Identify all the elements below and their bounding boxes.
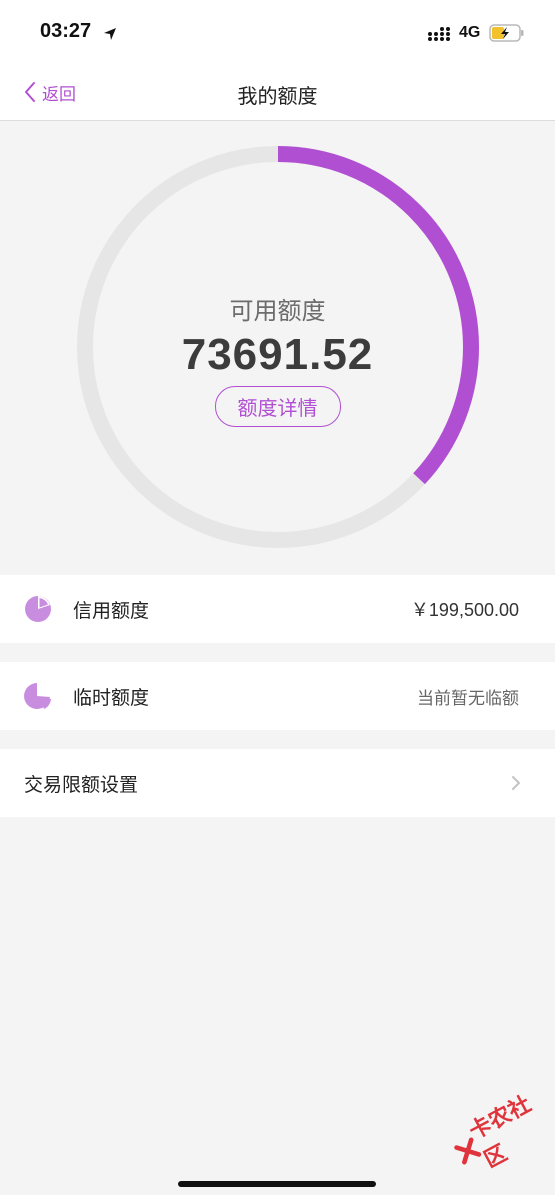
limit-ring-section: 可用额度 73691.52 额度详情	[0, 121, 555, 575]
home-indicator[interactable]	[178, 1181, 376, 1187]
available-amount: 73691.52	[181, 330, 374, 379]
pie-chart-icon	[24, 682, 52, 714]
watermark-logo: 卡农社区	[443, 1080, 555, 1185]
chevron-right-icon	[511, 775, 521, 795]
temp-limit-row[interactable]: 临时额度 当前暂无临额	[0, 662, 555, 730]
transaction-limit-label: 交易限额设置	[24, 773, 139, 796]
signal-icon	[428, 26, 452, 45]
limit-details-button[interactable]: 额度详情	[214, 386, 341, 427]
credit-limit-row[interactable]: 信用额度 ￥199,500.00	[0, 575, 555, 643]
status-bar: 03:27 4G	[0, 0, 555, 64]
battery-icon	[489, 24, 525, 46]
temp-limit-label: 临时额度	[73, 686, 150, 709]
transaction-limit-settings-row[interactable]: 交易限额设置	[0, 749, 555, 817]
network-type: 4G	[459, 24, 481, 41]
temp-limit-value: 当前暂无临额	[417, 688, 519, 709]
nav-bar: 返回 我的额度	[0, 64, 555, 121]
credit-limit-value: ￥199,500.00	[410, 600, 519, 620]
ring-center: 可用额度 73691.52 额度详情	[0, 291, 555, 427]
location-arrow-icon	[103, 26, 117, 45]
page-title: 我的额度	[237, 84, 318, 108]
pie-chart-icon	[24, 595, 52, 627]
available-label: 可用额度	[229, 297, 326, 325]
credit-limit-label: 信用额度	[73, 599, 150, 622]
status-time: 03:27	[40, 20, 92, 42]
